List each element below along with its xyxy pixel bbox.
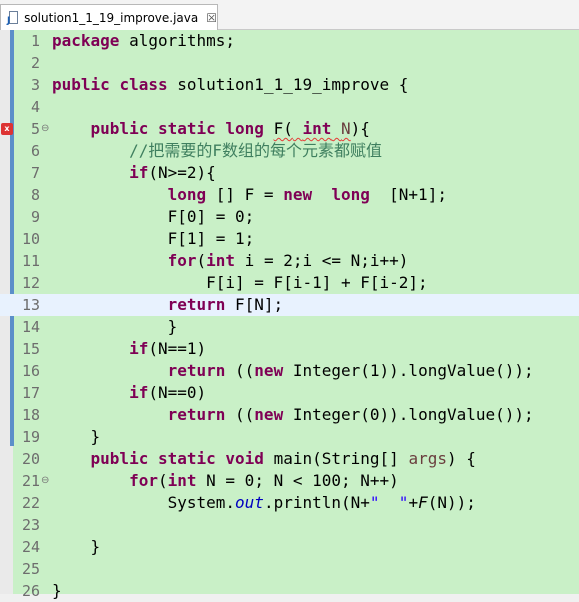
fold-collapse-icon[interactable]: ⊖ <box>41 118 49 140</box>
line-number: 5 <box>30 120 40 138</box>
editor-tab[interactable]: J solution1_1_19_improve.java ☒ <box>0 4 218 30</box>
code-line-5: public static long F( int N){ <box>90 119 370 138</box>
code-line-3: public class solution1_1_19_improve { <box>52 75 409 94</box>
code-line-8: long [] F = new long [N+1]; <box>167 185 447 204</box>
code-line-18: return ((new Integer(0)).longValue()); <box>167 405 534 424</box>
line-number: 16 <box>21 362 40 380</box>
line-number: 13 <box>21 296 40 314</box>
line-number: 17 <box>21 384 40 402</box>
code-line-9: F[0] = 0; <box>167 207 255 226</box>
code-line-21: for(int N = 0; N < 100; N++) <box>129 471 399 490</box>
code-line-13: return F[N]; <box>167 295 284 314</box>
line-number: 2 <box>30 54 40 72</box>
line-number: 8 <box>30 186 40 204</box>
line-number: 4 <box>30 98 40 116</box>
error-marker-icon[interactable]: x <box>1 123 13 135</box>
code-line-1: package algorithms; <box>52 31 236 50</box>
code-line-20: public static void main(String[] args) { <box>90 449 476 468</box>
error-squiggle: F( int N <box>273 119 351 138</box>
line-number: 12 <box>21 274 40 292</box>
line-number: 15 <box>21 340 40 358</box>
close-icon[interactable]: ☒ <box>206 11 217 25</box>
code-line-19: } <box>90 427 101 446</box>
code-line-11: for(int i = 2;i <= N;i++) <box>167 251 409 270</box>
line-number: 3 <box>30 76 40 94</box>
line-number: 22 <box>21 494 40 512</box>
code-editor[interactable]: 1 2 3 4 5 6 7 8 9 10 11 12 13 14 15 16 1… <box>0 30 579 600</box>
line-number: 19 <box>21 428 40 446</box>
line-number: 21 <box>21 472 40 490</box>
code-line-26: } <box>52 581 62 600</box>
code-line-16: return ((new Integer(1)).longValue()); <box>167 361 534 380</box>
line-number: 24 <box>21 538 40 556</box>
line-number: 25 <box>21 560 40 578</box>
line-number: 6 <box>30 142 40 160</box>
java-file-icon: J <box>7 10 18 26</box>
code-line-22: System.out.println(N+" "+F(N)); <box>167 493 476 512</box>
code-line-7: if(N>=2){ <box>129 163 216 182</box>
line-number: 26 <box>21 582 40 600</box>
line-number: 9 <box>30 208 40 226</box>
line-number: 20 <box>21 450 40 468</box>
tab-label: solution1_1_19_improve.java <box>24 10 199 25</box>
fold-collapse-icon[interactable]: ⊖ <box>41 470 49 492</box>
code-line-6: //把需要的F数组的每个元素都赋值 <box>129 141 382 160</box>
code-line-17: if(N==0) <box>129 383 207 402</box>
line-number: 11 <box>21 252 40 270</box>
code-line-10: F[1] = 1; <box>167 229 255 248</box>
line-number: 23 <box>21 516 40 534</box>
line-number: 14 <box>21 318 40 336</box>
code-line-15: if(N==1) <box>129 339 207 358</box>
line-number: 1 <box>30 32 40 50</box>
code-line-12: F[i] = F[i-1] + F[i-2]; <box>206 273 428 292</box>
line-number: 7 <box>30 164 40 182</box>
editor-tab-bar: J solution1_1_19_improve.java ☒ <box>0 0 579 30</box>
code-line-24: } <box>90 537 101 556</box>
code-line-14: } <box>167 317 178 336</box>
line-number: 18 <box>21 406 40 424</box>
line-number: 10 <box>21 230 40 248</box>
